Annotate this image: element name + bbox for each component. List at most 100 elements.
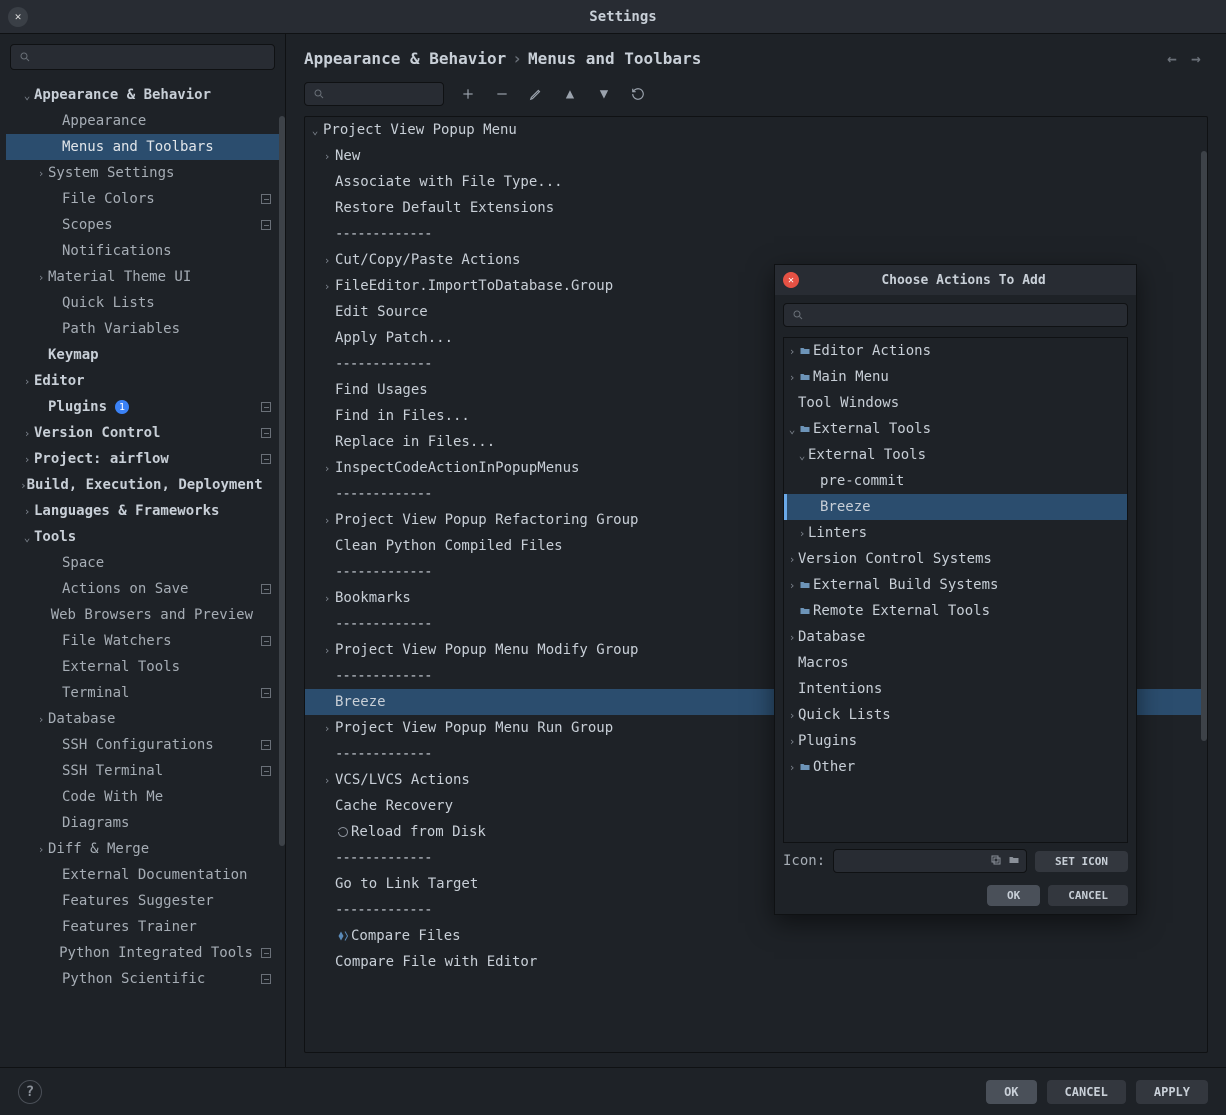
action-item[interactable]: Remote External Tools [784,598,1127,624]
action-item[interactable]: ›Database [784,624,1127,650]
nav-item[interactable]: File Colors [6,186,279,212]
nav-item[interactable]: ›Version Control [6,420,279,446]
separator: ------------- [335,486,432,502]
nav-item[interactable]: Notifications [6,238,279,264]
nav-item[interactable]: Plugins1 [6,394,279,420]
nav-item[interactable]: Keymap [6,342,279,368]
breadcrumb-root[interactable]: Appearance & Behavior [304,49,506,68]
set-icon-button[interactable]: SET ICON [1035,851,1128,872]
restore-button[interactable] [628,84,648,104]
nav-item[interactable]: SSH Terminal [6,758,279,784]
action-item[interactable]: ›Other [784,754,1127,780]
action-label: pre-commit [820,473,904,489]
nav-item[interactable]: External Tools [6,654,279,680]
nav-item[interactable]: ⌄Appearance & Behavior [6,82,279,108]
badge: 1 [115,400,129,414]
dialog-search-input[interactable] [783,303,1128,327]
dialog-ok-button[interactable]: OK [987,885,1040,906]
action-item[interactable]: Intentions [784,676,1127,702]
nav-item[interactable]: Web Browsers and Preview [6,602,279,628]
project-scope-icon [261,766,271,776]
icon-label: Icon: [783,853,825,869]
nav-item[interactable]: ›Diff & Merge [6,836,279,862]
ok-button[interactable]: OK [986,1080,1036,1104]
help-button[interactable]: ? [18,1080,42,1104]
chevron-right-icon: › [20,479,27,492]
nav-item[interactable]: Quick Lists [6,290,279,316]
tree-label: Bookmarks [335,590,411,606]
nav-item[interactable]: Code With Me [6,784,279,810]
tree-item[interactable]: Compare Files [305,923,1207,949]
nav-item[interactable]: Appearance [6,108,279,134]
nav-item[interactable]: Terminal [6,680,279,706]
dialog-close-button[interactable]: ✕ [783,272,799,288]
cancel-button[interactable]: CANCEL [1047,1080,1126,1104]
tree-search-input[interactable] [304,82,444,106]
chevron-right-icon: › [786,735,798,748]
action-item[interactable]: ›Main Menu [784,364,1127,390]
edit-action-button[interactable] [526,84,546,104]
dialog-cancel-button[interactable]: CANCEL [1048,885,1128,906]
action-item[interactable]: ›Quick Lists [784,702,1127,728]
nav-item[interactable]: Diagrams [6,810,279,836]
nav-item[interactable]: ›System Settings [6,160,279,186]
tree-item[interactable]: ------------- [305,221,1207,247]
tree-scrollbar[interactable] [1201,151,1207,741]
move-up-button[interactable]: ▲ [560,84,580,104]
tree-item[interactable]: ›New [305,143,1207,169]
nav-item[interactable]: ⌄Tools [6,524,279,550]
icon-path-input[interactable] [833,849,1027,873]
back-button[interactable]: ← [1160,46,1184,70]
nav-item[interactable]: Menus and Toolbars [6,134,279,160]
chevron-right-icon: › [786,709,798,722]
action-item[interactable]: ›Editor Actions [784,338,1127,364]
nav-label: External Documentation [62,867,247,883]
separator: ------------- [335,564,432,580]
action-item[interactable]: ›Version Control Systems [784,546,1127,572]
copy-icon[interactable] [990,854,1002,869]
nav-item[interactable]: ›Database [6,706,279,732]
nav-item[interactable]: ›Build, Execution, Deployment [6,472,279,498]
tree-item[interactable]: Restore Default Extensions [305,195,1207,221]
nav-item[interactable]: Space [6,550,279,576]
nav-item[interactable]: ›Editor [6,368,279,394]
nav-item[interactable]: ›Languages & Frameworks [6,498,279,524]
sidebar-scrollbar[interactable] [279,116,285,1067]
action-item[interactable]: Tool Windows [784,390,1127,416]
nav-item[interactable]: External Documentation [6,862,279,888]
remove-action-button[interactable] [492,84,512,104]
action-item[interactable]: ⌄External Tools [784,442,1127,468]
nav-item[interactable]: ›Material Theme UI [6,264,279,290]
tree-item[interactable]: Compare File with Editor [305,949,1207,975]
forward-button[interactable]: → [1184,46,1208,70]
window-close-button[interactable]: ✕ [8,7,28,27]
tree-label: Go to Link Target [335,876,478,892]
nav-item[interactable]: Features Suggester [6,888,279,914]
chevron-right-icon: › [321,150,333,163]
nav-item[interactable]: Path Variables [6,316,279,342]
action-item[interactable]: ›Plugins [784,728,1127,754]
action-item[interactable]: ›Linters [784,520,1127,546]
nav-item[interactable]: File Watchers [6,628,279,654]
tree-item[interactable]: ⌄Project View Popup Menu [305,117,1207,143]
nav-item[interactable]: Scopes [6,212,279,238]
action-item[interactable]: ⌄External Tools [784,416,1127,442]
add-action-button[interactable] [458,84,478,104]
nav-item[interactable]: Actions on Save [6,576,279,602]
action-item[interactable]: Macros [784,650,1127,676]
nav-item[interactable]: Python Integrated Tools [6,940,279,966]
tree-label: Cut/Copy/Paste Actions [335,252,520,268]
nav-item[interactable]: ›Project: airflow [6,446,279,472]
sidebar-search-input[interactable] [10,44,275,70]
action-item[interactable]: Breeze [784,494,1127,520]
browse-icon[interactable] [1008,854,1020,869]
nav-item[interactable]: Features Trainer [6,914,279,940]
apply-button[interactable]: APPLY [1136,1080,1208,1104]
tree-item[interactable]: Associate with File Type... [305,169,1207,195]
nav-item[interactable]: SSH Configurations [6,732,279,758]
action-item[interactable]: ›External Build Systems [784,572,1127,598]
nav-item[interactable]: Python Scientific [6,966,279,992]
move-down-button[interactable]: ▼ [594,84,614,104]
nav-label: Code With Me [62,789,163,805]
action-item[interactable]: pre-commit [784,468,1127,494]
